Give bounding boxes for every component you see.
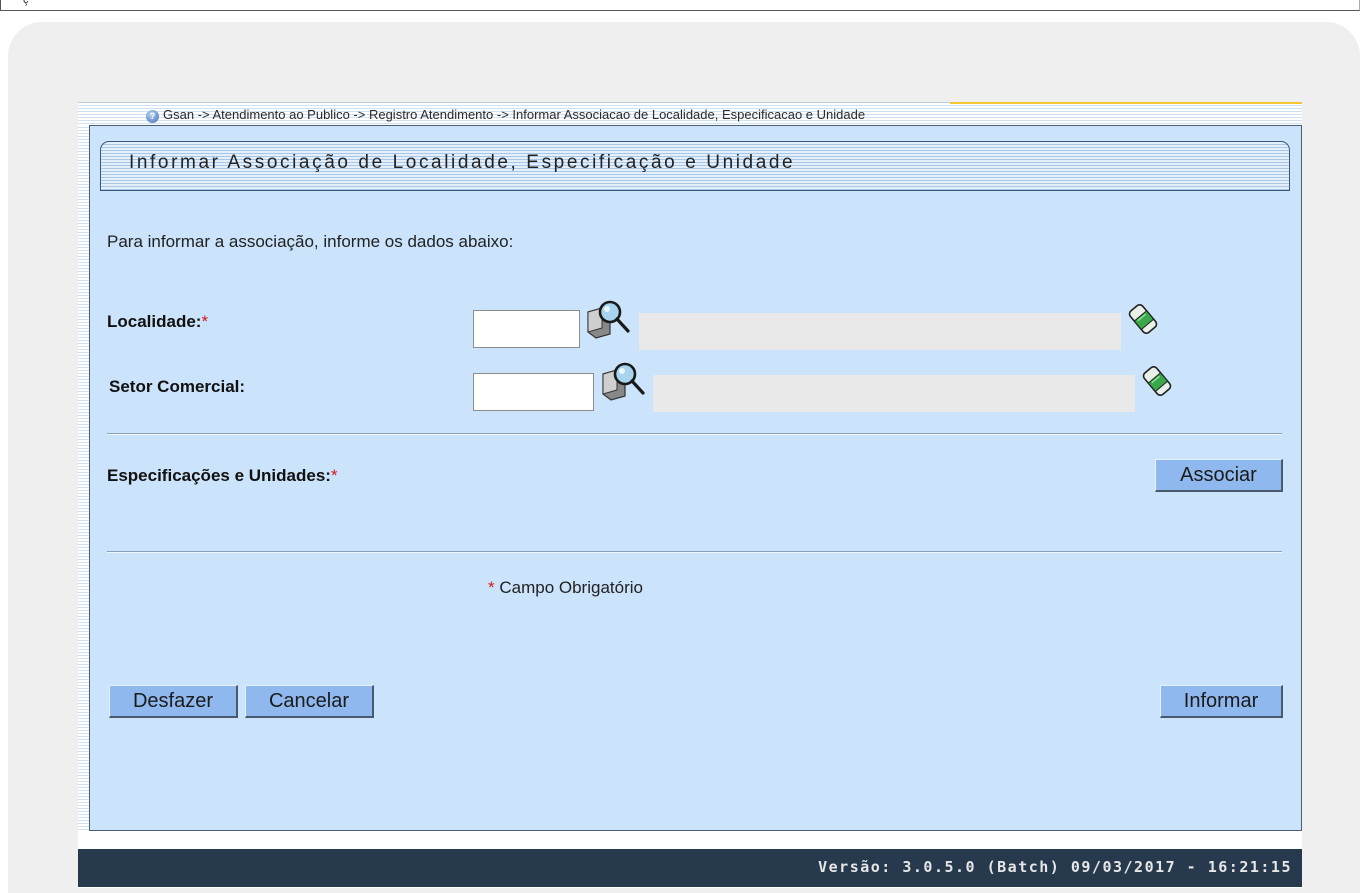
required-mark: *: [330, 466, 338, 485]
help-icon[interactable]: ?: [146, 110, 159, 123]
localidade-label: Localidade:*: [107, 312, 209, 331]
left-decoration: [78, 125, 89, 830]
desfazer-button[interactable]: Desfazer: [109, 685, 238, 718]
top-strip: ç: [0, 0, 1360, 11]
page-title: Informar Associação de Localidade, Espec…: [129, 152, 796, 173]
cancelar-button[interactable]: Cancelar: [245, 685, 374, 718]
especificacoes-label: Especificações e Unidades:*: [107, 466, 338, 485]
search-icon[interactable]: [584, 298, 632, 340]
setor-comercial-code-input[interactable]: [473, 373, 594, 411]
separator: [107, 433, 1282, 435]
associar-button[interactable]: Associar: [1155, 459, 1283, 492]
informar-button[interactable]: Informar: [1160, 685, 1283, 718]
breadcrumb: Gsan -> Atendimento ao Publico -> Regist…: [163, 107, 866, 122]
intro-text: Para informar a associação, informe os d…: [107, 232, 514, 251]
required-mark: *: [201, 312, 209, 331]
version-info: Versão: 3.0.5.0 (Batch) 09/03/2017 - 16:…: [818, 858, 1292, 876]
search-icon[interactable]: [599, 360, 647, 402]
eraser-icon[interactable]: [1126, 302, 1160, 336]
eraser-icon[interactable]: [1140, 364, 1174, 398]
localidade-code-input[interactable]: [473, 310, 580, 348]
localidade-description-field: [639, 313, 1121, 350]
footer: Versão: 3.0.5.0 (Batch) 09/03/2017 - 16:…: [78, 849, 1302, 887]
setor-comercial-description-field: [653, 375, 1135, 412]
top-strip-text: ç: [23, 0, 29, 6]
setor-comercial-label: Setor Comercial:: [109, 377, 246, 396]
required-field-note: * Campo Obrigatório: [488, 578, 643, 597]
separator: [107, 551, 1282, 553]
